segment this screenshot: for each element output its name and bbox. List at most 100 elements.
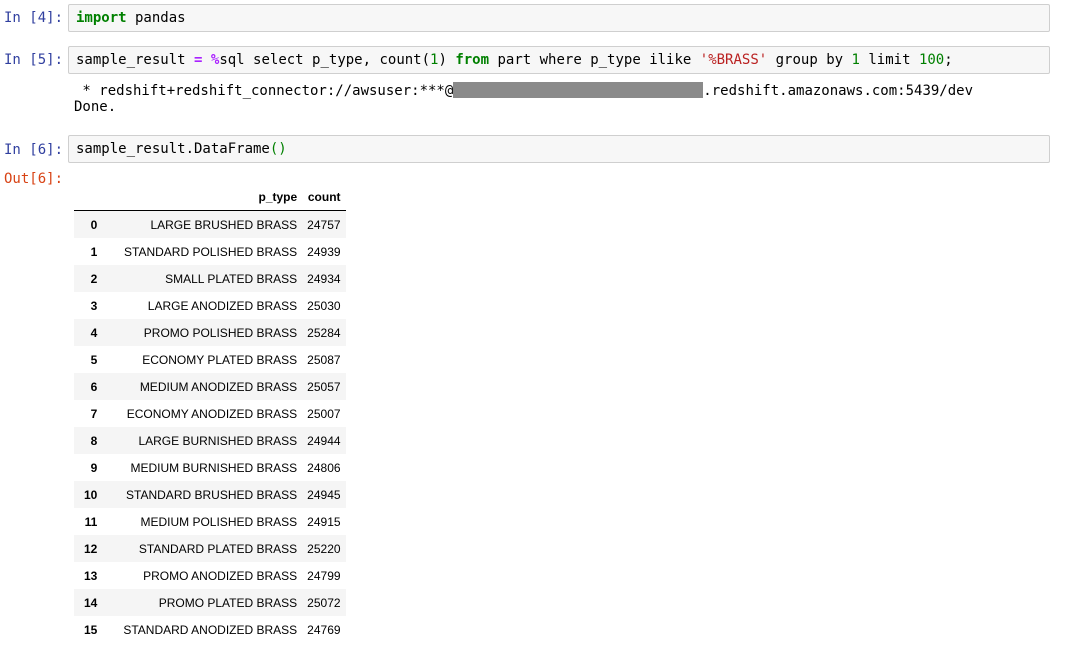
table-row: 13 PROMO ANODIZED BRASS 24799 xyxy=(74,562,346,589)
column-header-p-type: p_type xyxy=(113,184,303,211)
cell-count: 25030 xyxy=(307,298,341,313)
code-text: pandas xyxy=(126,10,186,26)
cell-p-type: MEDIUM POLISHED BRASS xyxy=(140,514,298,529)
table-row: 4 PROMO POLISHED BRASS 25284 xyxy=(74,319,346,346)
cell-count: 24799 xyxy=(307,568,341,583)
code-string: '%BRASS' xyxy=(699,52,768,68)
cell-6-code: sample_result.DataFrame() xyxy=(76,141,287,158)
prompt-in-6: In [6]: xyxy=(4,142,64,158)
cell-p-type: LARGE BURNISHED BRASS xyxy=(138,433,298,448)
index-header xyxy=(74,184,114,211)
cell-p-type: MEDIUM ANODIZED BRASS xyxy=(139,379,298,394)
row-index: 10 xyxy=(84,487,98,502)
cell-count: 25057 xyxy=(307,379,341,394)
row-index: 8 xyxy=(90,433,98,448)
cell-count: 24944 xyxy=(307,433,341,448)
redaction-bar xyxy=(453,82,704,98)
code-call: sample_result.DataFrame xyxy=(76,141,270,157)
cell-p-type: ECONOMY PLATED BRASS xyxy=(142,352,298,367)
table-row: 3 LARGE ANODIZED BRASS 25030 xyxy=(74,292,346,319)
prompt-out-6: Out[6]: xyxy=(4,171,64,187)
row-index: 7 xyxy=(90,406,98,421)
connection-output: * redshift+redshift_connector://awsuser:… xyxy=(74,82,973,100)
cell-p-type: PROMO ANODIZED BRASS xyxy=(143,568,298,583)
cell-5-code: sample_result = %sql select p_type, coun… xyxy=(76,52,953,69)
cell-count: 24806 xyxy=(307,460,341,475)
cell-p-type: ECONOMY ANODIZED BRASS xyxy=(126,406,298,421)
cell-count: 24945 xyxy=(307,487,341,502)
cell-p-type: PROMO POLISHED BRASS xyxy=(143,325,298,340)
table-body: 0 LARGE BRUSHED BRASS 24757 1 STANDARD POLIS… xyxy=(74,210,346,644)
table-row: 9 MEDIUM BURNISHED BRASS 24806 xyxy=(74,454,346,481)
code-cell-5[interactable]: sample_result = %sql select p_type, coun… xyxy=(68,46,1050,74)
code-sql: ; xyxy=(944,52,953,68)
table-row: 15 STANDARD ANODIZED BRASS 24769 xyxy=(74,616,346,643)
code-sql: group by xyxy=(767,52,852,68)
table-row: 5 ECONOMY PLATED BRASS 25087 xyxy=(74,346,346,373)
row-index: 12 xyxy=(84,541,98,556)
code-number: 1 xyxy=(851,52,860,68)
code-sql: ) xyxy=(438,52,456,68)
row-index: 5 xyxy=(90,352,98,367)
row-index: 1 xyxy=(90,244,98,259)
cell-p-type: STANDARD POLISHED BRASS xyxy=(124,244,298,259)
cell-count: 25284 xyxy=(307,325,341,340)
cell-count: 25007 xyxy=(307,406,341,421)
table-row: 6 MEDIUM ANODIZED BRASS 25057 xyxy=(74,373,346,400)
code-parens: () xyxy=(269,141,287,157)
row-index: 14 xyxy=(84,595,98,610)
connection-suffix: .redshift.amazonaws.com:5439/dev xyxy=(703,83,974,99)
cell-count: 25072 xyxy=(307,595,341,610)
table-row: 8 LARGE BURNISHED BRASS 24944 xyxy=(74,427,346,454)
table-row: 14 PROMO PLATED BRASS 25072 xyxy=(74,589,346,616)
row-index: 4 xyxy=(90,325,98,340)
code-sql: limit xyxy=(859,52,919,68)
row-index: 9 xyxy=(90,460,98,475)
cell-4-code: import pandas xyxy=(76,10,186,27)
code-number: 100 xyxy=(918,52,945,68)
prompt-in-5: In [5]: xyxy=(4,52,64,68)
table-row: 10 STANDARD BRUSHED BRASS 24945 xyxy=(74,481,346,508)
cell-p-type: SMALL PLATED BRASS xyxy=(165,271,298,286)
code-cell-6[interactable]: sample_result.DataFrame() xyxy=(68,135,1050,163)
cell-count: 24939 xyxy=(307,244,341,259)
cell-count: 25087 xyxy=(307,352,341,367)
cell-p-type: STANDARD BRUSHED BRASS xyxy=(126,487,298,502)
cell-p-type: LARGE BRUSHED BRASS xyxy=(150,217,298,232)
row-index: 3 xyxy=(90,298,98,313)
table-row: 11 MEDIUM POLISHED BRASS 24915 xyxy=(74,508,346,535)
cell-count: 25220 xyxy=(307,541,341,556)
done-output: Done. xyxy=(74,99,117,115)
prompt-in-4: In [4]: xyxy=(4,10,64,26)
code-cell-4[interactable]: import pandas xyxy=(68,4,1050,32)
cell-count: 24769 xyxy=(307,622,341,637)
dataframe-table: p_type count 0 LARGE BRUSHED BRASS 24757 1 S… xyxy=(74,184,346,643)
row-index: 2 xyxy=(90,271,98,286)
cell-count: 24934 xyxy=(307,271,341,286)
table-row: 0 LARGE BRUSHED BRASS 24757 xyxy=(74,210,346,238)
row-index: 6 xyxy=(90,379,98,394)
row-index: 13 xyxy=(84,568,98,583)
code-sql: part where p_type ilike xyxy=(489,52,700,68)
code-magic-op: % xyxy=(202,52,220,68)
table-header-row: p_type count xyxy=(74,184,346,211)
cell-p-type: LARGE ANODIZED BRASS xyxy=(147,298,298,313)
table-row: 12 STANDARD PLATED BRASS 25220 xyxy=(74,535,346,562)
row-index: 15 xyxy=(84,622,98,637)
code-var: sample_result xyxy=(76,52,195,68)
keyword-import: import xyxy=(76,10,127,26)
cell-p-type: PROMO PLATED BRASS xyxy=(158,595,298,610)
code-sql: sql select p_type, count( xyxy=(219,52,431,68)
cell-p-type: STANDARD PLATED BRASS xyxy=(138,541,298,556)
row-index: 0 xyxy=(90,217,98,232)
keyword-from: from xyxy=(455,52,490,68)
cell-p-type: MEDIUM BURNISHED BRASS xyxy=(130,460,298,475)
cell-count: 24757 xyxy=(307,217,341,232)
cell-p-type: STANDARD ANODIZED BRASS xyxy=(123,622,298,637)
cell-count: 24915 xyxy=(307,514,341,529)
table-row: 1 STANDARD POLISHED BRASS 24939 xyxy=(74,238,346,265)
column-header-count: count xyxy=(302,184,346,211)
connection-prefix: * redshift+redshift_connector://awsuser:… xyxy=(74,83,454,99)
row-index: 11 xyxy=(84,514,98,529)
table-row: 7 ECONOMY ANODIZED BRASS 25007 xyxy=(74,400,346,427)
